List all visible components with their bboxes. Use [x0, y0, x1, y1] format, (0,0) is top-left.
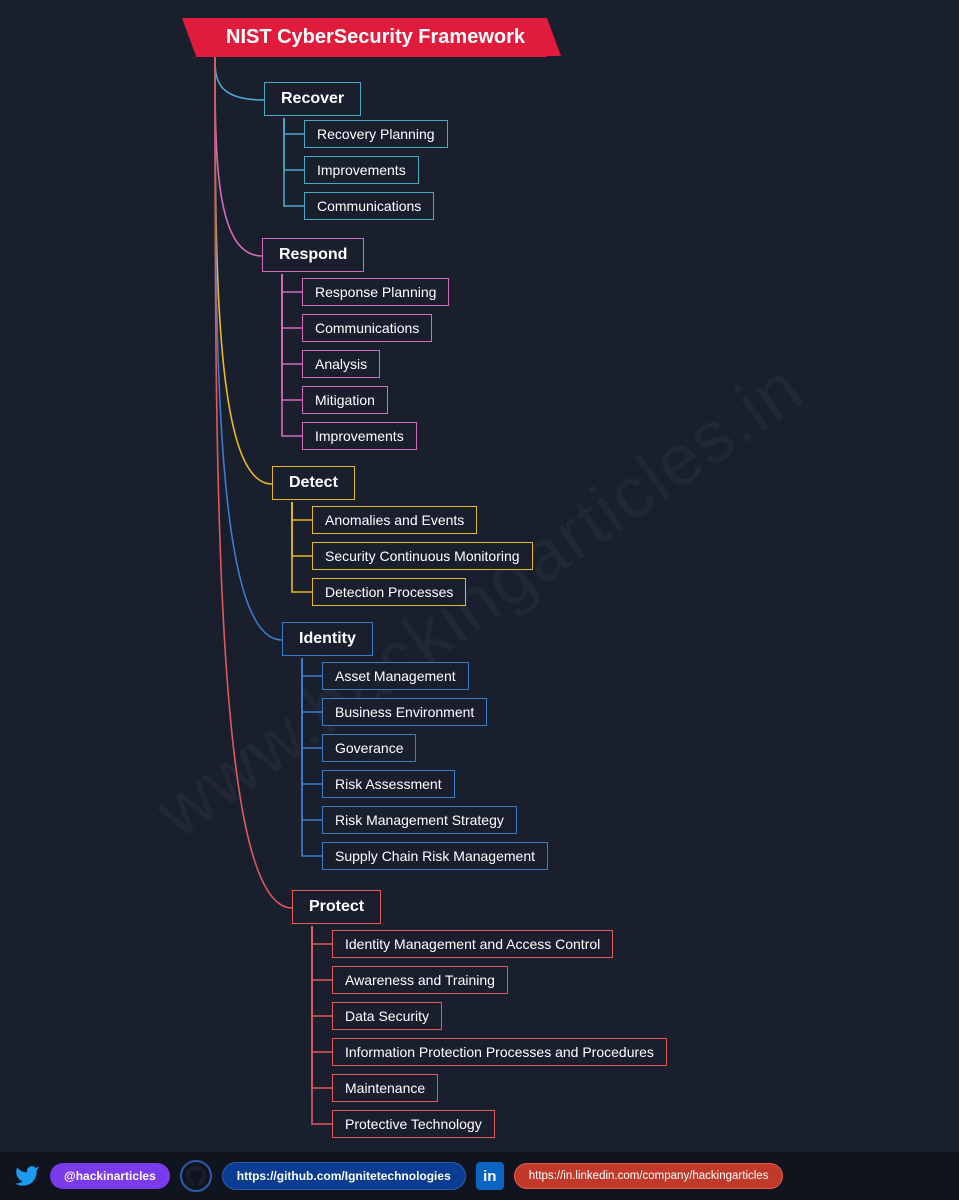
subcategory-identity-2: Goverance — [322, 734, 416, 762]
github-link[interactable]: https://github.com/Ignitetechnologies — [222, 1162, 466, 1190]
subcategory-identity-1: Business Environment — [322, 698, 487, 726]
twitter-icon — [14, 1163, 40, 1189]
connector-lines — [0, 0, 959, 1200]
subcategory-protect-5: Protective Technology — [332, 1110, 495, 1138]
subcategory-recover-1: Improvements — [304, 156, 419, 184]
watermark-text: www.hackingarticles.in — [141, 346, 817, 854]
subcategory-detect-2: Detection Processes — [312, 578, 466, 606]
linkedin-link[interactable]: https://in.linkedin.com/company/hackinga… — [514, 1163, 784, 1189]
footer-bar: @hackinarticles https://github.com/Ignit… — [0, 1152, 959, 1200]
subcategory-protect-2: Data Security — [332, 1002, 442, 1030]
subcategory-recover-2: Communications — [304, 192, 434, 220]
subcategory-detect-0: Anomalies and Events — [312, 506, 477, 534]
twitter-handle[interactable]: @hackinarticles — [50, 1163, 170, 1189]
subcategory-recover-0: Recovery Planning — [304, 120, 448, 148]
subcategory-protect-3: Information Protection Processes and Pro… — [332, 1038, 667, 1066]
subcategory-respond-2: Analysis — [302, 350, 380, 378]
category-respond: Respond — [262, 238, 364, 272]
category-detect: Detect — [272, 466, 355, 500]
subcategory-detect-1: Security Continuous Monitoring — [312, 542, 533, 570]
category-protect: Protect — [292, 890, 381, 924]
subcategory-respond-4: Improvements — [302, 422, 417, 450]
subcategory-respond-1: Communications — [302, 314, 432, 342]
category-recover: Recover — [264, 82, 361, 116]
subcategory-respond-3: Mitigation — [302, 386, 388, 414]
subcategory-respond-0: Response Planning — [302, 278, 449, 306]
subcategory-identity-4: Risk Management Strategy — [322, 806, 517, 834]
diagram-title: NIST CyberSecurity Framework — [196, 18, 547, 57]
subcategory-protect-4: Maintenance — [332, 1074, 438, 1102]
subcategory-protect-0: Identity Management and Access Control — [332, 930, 613, 958]
diagram-canvas: www.hackingarticles.in NIST CyberSecurit… — [0, 0, 959, 1200]
subcategory-protect-1: Awareness and Training — [332, 966, 508, 994]
github-icon — [180, 1160, 212, 1192]
category-identity: Identity — [282, 622, 373, 656]
linkedin-icon: in — [476, 1162, 504, 1190]
subcategory-identity-0: Asset Management — [322, 662, 469, 690]
subcategory-identity-5: Supply Chain Risk Management — [322, 842, 548, 870]
subcategory-identity-3: Risk Assessment — [322, 770, 455, 798]
